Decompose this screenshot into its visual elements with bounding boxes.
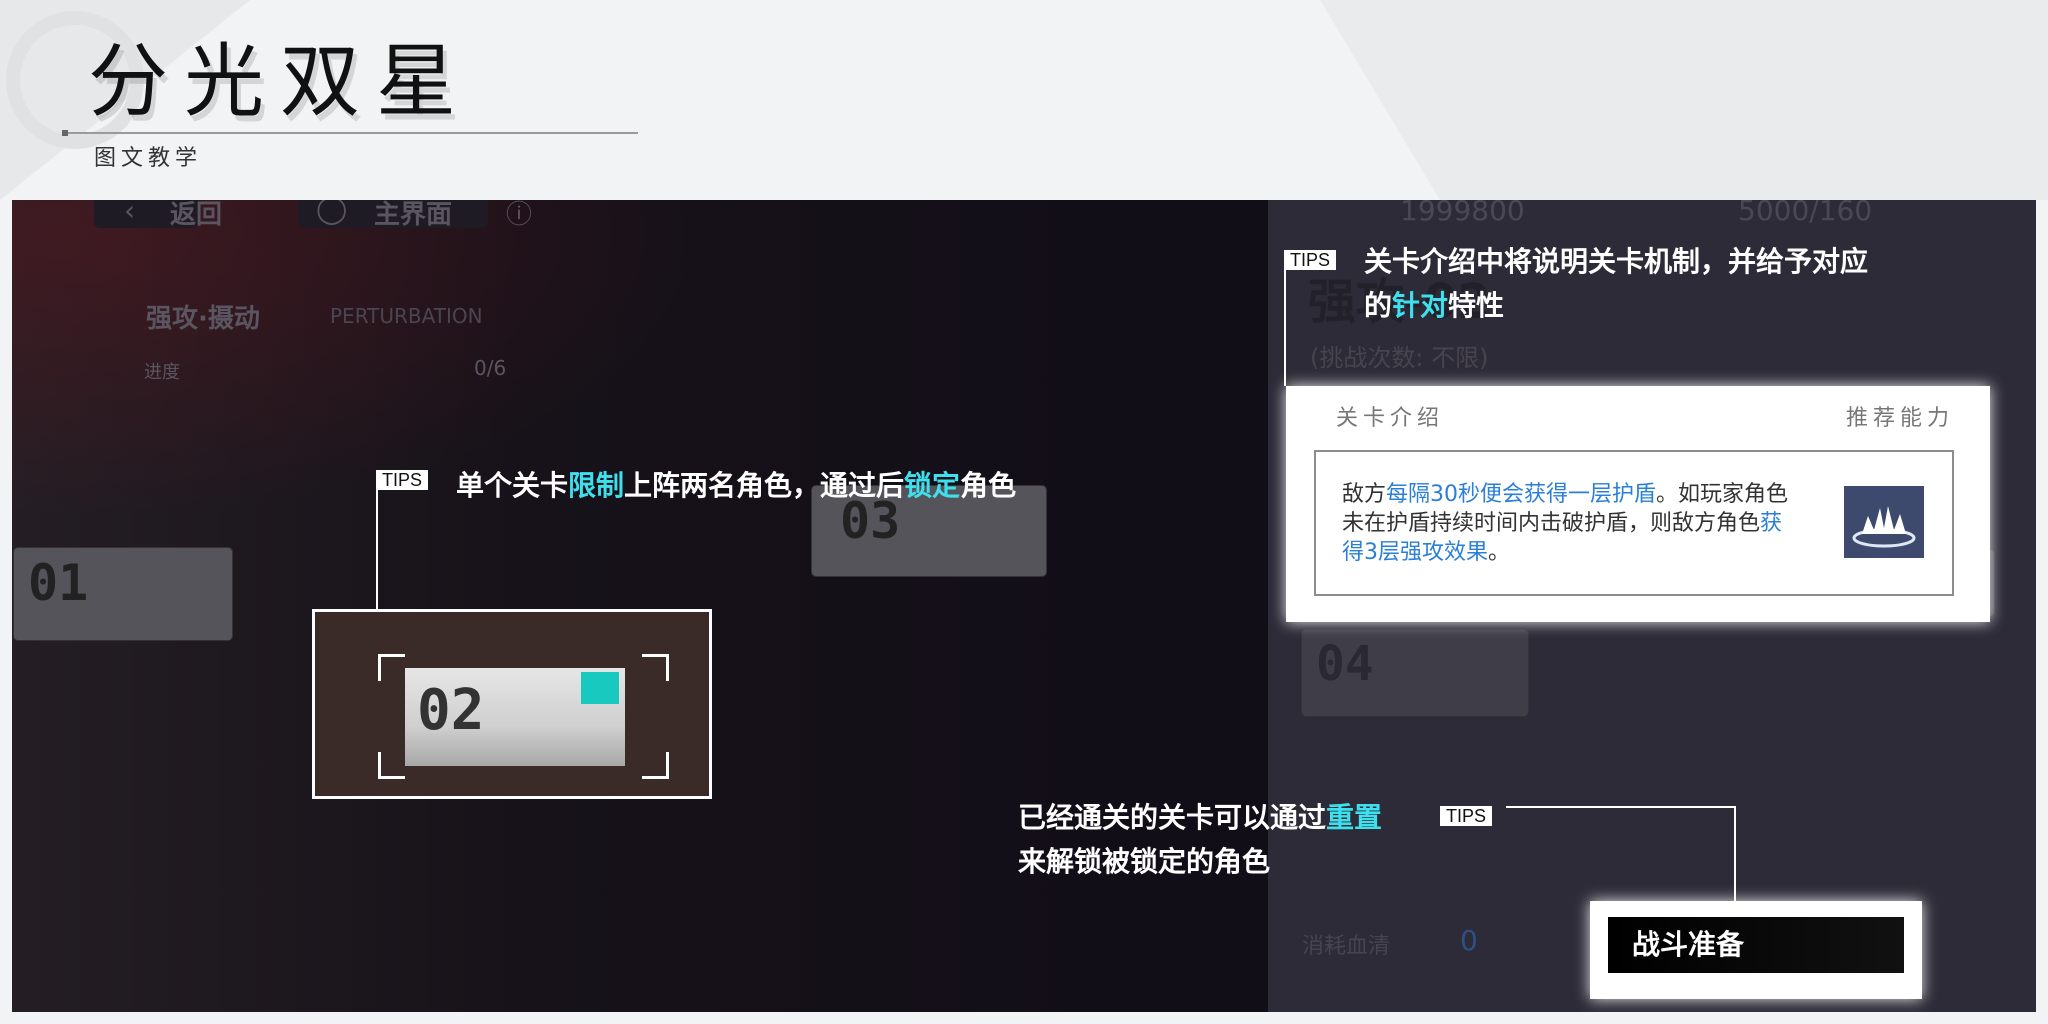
tip1-connector xyxy=(376,472,378,610)
tip2-text-line1: 关卡介绍中将说明关卡机制，并给予对应 xyxy=(1364,245,1869,278)
stage-number: 04 xyxy=(1316,636,1374,692)
tip3-text-line1: 已经通关的关卡可以通过重置 xyxy=(1018,801,1383,834)
back-icon: ‹ xyxy=(124,200,136,227)
tip3-connector-v xyxy=(1734,806,1736,902)
challenge-limit: (挑战次数: 不限) xyxy=(1310,344,1489,372)
ability-splash-icon[interactable] xyxy=(1844,486,1924,558)
battle-ready-button[interactable]: 战斗准备 xyxy=(1608,917,1904,973)
bracket-tl xyxy=(378,654,405,681)
title-underline-dot xyxy=(62,130,68,136)
intro-label: 关卡介绍 xyxy=(1336,406,1445,431)
tip2-connector xyxy=(1284,252,1286,386)
bracket-tr xyxy=(642,654,669,681)
mode-en: PERTURBATION xyxy=(330,304,483,328)
progress-value: 0/6 xyxy=(474,356,507,380)
currency-2: 5000/160 xyxy=(1738,200,1873,227)
tip2-tag: TIPS xyxy=(1284,250,1337,270)
bracket-bl xyxy=(378,752,405,779)
bracket-br xyxy=(642,752,669,779)
progress-label: 进度 xyxy=(144,362,180,383)
tip1-tag: TIPS xyxy=(376,470,429,490)
game-screenshot-panel: ‹ 返回 ◯ 主界面 ⓘ 强攻·摄动 PERTURBATION 进度 0/6 1… xyxy=(12,200,2036,1012)
tip3-connector-h xyxy=(1506,806,1736,808)
stage-number: 02 xyxy=(417,678,485,743)
cost-label: 消耗血清 xyxy=(1302,934,1391,959)
stage-number: 01 xyxy=(28,554,89,612)
main-menu-label: 主界面 xyxy=(374,200,453,230)
back-label: 返回 xyxy=(170,200,223,230)
stage-badge-icon xyxy=(581,672,619,704)
cost-value: 0 xyxy=(1460,924,1478,957)
home-icon: ◯ xyxy=(316,200,348,225)
tip3-text-line2: 来解锁被锁定的角色 xyxy=(1018,845,1271,878)
tip2-text-line2: 的针对特性 xyxy=(1364,289,1505,322)
mode-title: 强攻·摄动 xyxy=(146,304,260,334)
currency-1: 1999800 xyxy=(1400,200,1525,227)
intro-description-box: 敌方每隔30秒便会获得一层护盾。如玩家角色未在护盾持续时间内击破护盾，则敌方角色… xyxy=(1314,450,1954,596)
battle-ready-frame: 战斗准备 xyxy=(1590,901,1922,999)
intro-description: 敌方每隔30秒便会获得一层护盾。如玩家角色未在护盾持续时间内击破护盾，则敌方角色… xyxy=(1342,482,1789,565)
info-icon[interactable]: ⓘ xyxy=(506,200,532,231)
page-title: 分光双星 xyxy=(88,35,472,128)
ability-label: 推荐能力 xyxy=(1845,406,1954,431)
stage-intro-box: 关卡介绍 推荐能力 敌方每隔30秒便会获得一层护盾。如玩家角色未在护盾持续时间内… xyxy=(1286,386,1990,622)
page-subtitle: 图文教学 xyxy=(94,146,203,171)
title-underline xyxy=(64,132,638,134)
stage-card-02[interactable]: 02 xyxy=(405,668,625,766)
stage-card-01[interactable]: 01 xyxy=(14,548,232,640)
stage-card-04[interactable]: 04 xyxy=(1302,630,1528,716)
tip1-text: 单个关卡限制上阵两名角色，通过后锁定角色 xyxy=(456,469,1017,502)
tip3-tag: TIPS xyxy=(1440,806,1493,826)
